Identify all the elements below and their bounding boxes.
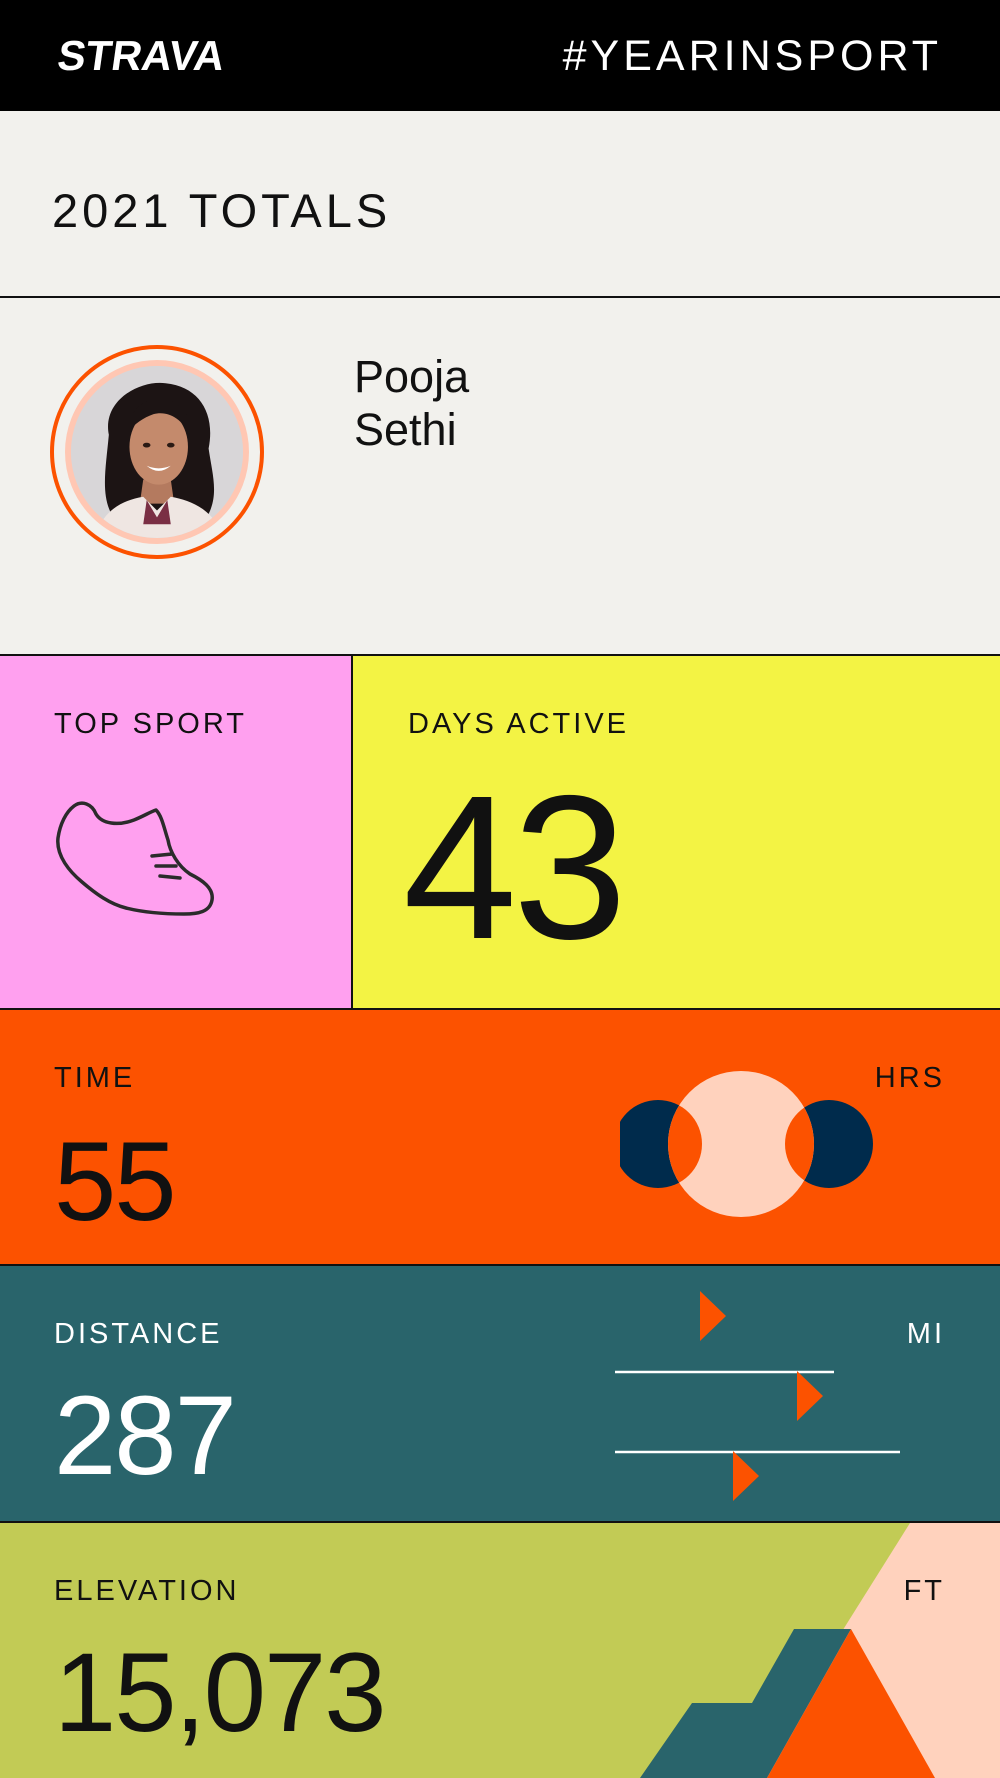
- distance-unit: MI: [906, 1318, 945, 1350]
- distance-tile: DISTANCE 287 MI: [0, 1266, 1000, 1523]
- avatar-portrait: [71, 366, 243, 538]
- time-label: TIME: [54, 1062, 136, 1094]
- days-active-tile: DAYS ACTIVE 43: [353, 656, 1000, 1010]
- time-value: 55: [54, 1119, 177, 1244]
- year-in-sport-card: STRAVA #YEARINSPORT 2021 TOTALS Pooja Se…: [0, 0, 1000, 1778]
- distance-label: DISTANCE: [54, 1318, 223, 1350]
- athlete-first-name: Pooja: [354, 351, 470, 402]
- totals-header: 2021 TOTALS: [0, 111, 1000, 298]
- distance-value: 287: [54, 1373, 237, 1498]
- time-unit: HRS: [874, 1062, 945, 1094]
- athlete-profile: Pooja Sethi: [0, 298, 1000, 656]
- top-sport-label: TOP SPORT: [54, 708, 247, 740]
- running-shoe-icon: [56, 801, 214, 916]
- elevation-value: 15,073: [54, 1630, 387, 1755]
- avatar[interactable]: [65, 360, 249, 544]
- days-active-label: DAYS ACTIVE: [408, 708, 630, 740]
- overlapping-circles-graphic: [620, 1071, 873, 1217]
- avatar-ring: [50, 345, 264, 559]
- top-bar: STRAVA #YEARINSPORT: [0, 0, 1000, 111]
- strava-logo[interactable]: STRAVA: [55, 32, 228, 80]
- athlete-last-name: Sethi: [354, 404, 457, 455]
- elevation-tile: ELEVATION 15,073 FT: [0, 1523, 1000, 1778]
- top-sport-tile: TOP SPORT: [0, 656, 353, 1010]
- page-title: 2021 TOTALS: [52, 184, 392, 237]
- hashtag-label: #YEARINSPORT: [562, 32, 942, 80]
- mountain-graphic: [640, 1523, 1000, 1778]
- athlete-name[interactable]: Pooja Sethi: [354, 350, 469, 456]
- elevation-label: ELEVATION: [54, 1575, 240, 1607]
- elevation-unit: FT: [903, 1575, 945, 1607]
- time-tile: TIME 55 HRS: [0, 1010, 1000, 1266]
- days-active-value: 43: [403, 753, 627, 982]
- pace-lines-graphic: [615, 1291, 900, 1501]
